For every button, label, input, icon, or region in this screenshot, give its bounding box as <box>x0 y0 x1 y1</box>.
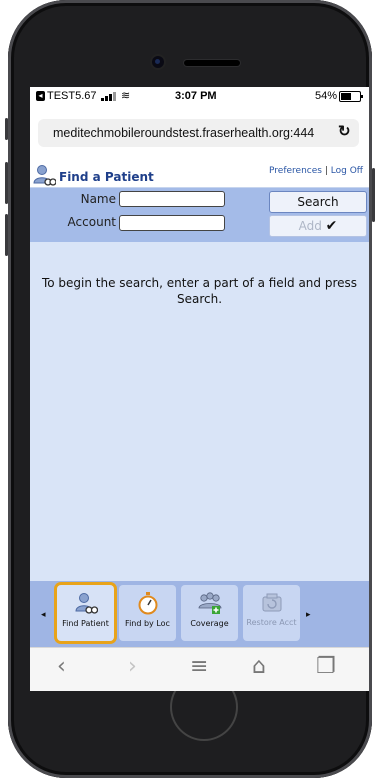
toolbar-find-by-loc-button[interactable]: Find by Loc <box>119 585 176 641</box>
toolbar-left-arrow-icon[interactable]: ◂ <box>41 610 46 620</box>
browser-home-icon[interactable]: ⌂ <box>252 654 266 679</box>
browser-toolbar: ‹ › ≡ ⌂ ❐ <box>30 647 369 691</box>
stopwatch-icon <box>138 592 158 615</box>
name-label: Name <box>80 192 116 206</box>
phone-screen: ◂ TEST5.67 ≋ 3:07 PM 54% meditechmobiler… <box>30 87 369 691</box>
preferences-link[interactable]: Preferences <box>269 166 322 176</box>
search-button[interactable]: Search <box>269 191 367 213</box>
wifi-icon: ≋ <box>121 90 131 102</box>
toolbar-restore-acct-button[interactable]: Restore Acct <box>243 585 300 641</box>
carrier-label: TEST5.67 <box>47 90 97 102</box>
logoff-link[interactable]: Log Off <box>331 166 363 176</box>
reload-icon[interactable]: ↻ <box>338 122 351 140</box>
find-patient-icon <box>75 593 98 614</box>
battery-fill <box>341 93 351 100</box>
battery-icon <box>339 91 363 102</box>
coverage-icon <box>198 592 222 614</box>
checkmark-icon: ✔ <box>325 218 338 234</box>
account-label: Account <box>67 215 116 229</box>
page-title: Find a Patient <box>59 170 154 184</box>
power-button <box>372 168 375 222</box>
toolbar-label: Restore Acct <box>246 618 297 627</box>
url-text[interactable]: meditechmobileroundstest.fraserhealth.or… <box>53 126 314 140</box>
back-to-app-icon[interactable]: ◂ <box>36 91 45 101</box>
browser-forward-icon[interactable]: › <box>128 654 137 679</box>
add-button[interactable]: Add ✔ <box>269 215 367 237</box>
address-bar[interactable]: meditechmobileroundstest.fraserhealth.or… <box>38 119 359 147</box>
toolbar-coverage-button[interactable]: Coverage <box>181 585 238 641</box>
earpiece-speaker <box>184 60 240 66</box>
toolbar-label: Coverage <box>190 619 229 628</box>
clock: 3:07 PM <box>175 90 217 102</box>
status-bar: ◂ TEST5.67 ≋ 3:07 PM 54% <box>30 87 369 107</box>
page-header: Find a Patient Preferences | Log Off <box>30 163 369 188</box>
toolbar-right-arrow-icon[interactable]: ▸ <box>306 610 311 620</box>
battery-percent: 54% <box>315 90 338 102</box>
volume-down-button <box>5 214 8 256</box>
browser-tabs-icon[interactable]: ❐ <box>316 654 336 679</box>
header-links: Preferences | Log Off <box>269 166 363 176</box>
signal-icon <box>101 92 117 101</box>
toolbar-label: Find Patient <box>62 619 109 628</box>
link-separator: | <box>324 166 328 176</box>
browser-menu-icon[interactable]: ≡ <box>190 654 208 679</box>
search-form: Name Account Search Add ✔ <box>30 188 369 242</box>
restore-account-icon <box>262 593 282 612</box>
find-patient-icon <box>33 165 56 186</box>
browser-back-icon[interactable]: ‹ <box>57 654 66 679</box>
mute-switch <box>5 118 8 140</box>
add-button-label: Add <box>298 219 322 233</box>
toolbar-find-patient-button[interactable]: Find Patient <box>57 585 114 641</box>
name-input[interactable] <box>119 191 225 207</box>
volume-up-button <box>5 162 8 204</box>
bottom-toolbar: ◂ Find Patient Find by Loc Coverage Rest… <box>30 581 369 647</box>
account-input[interactable] <box>119 215 225 231</box>
front-camera <box>152 56 164 68</box>
results-area: To begin the search, enter a part of a f… <box>30 242 369 581</box>
instruction-message: To begin the search, enter a part of a f… <box>41 276 358 306</box>
toolbar-label: Find by Loc <box>125 619 170 628</box>
